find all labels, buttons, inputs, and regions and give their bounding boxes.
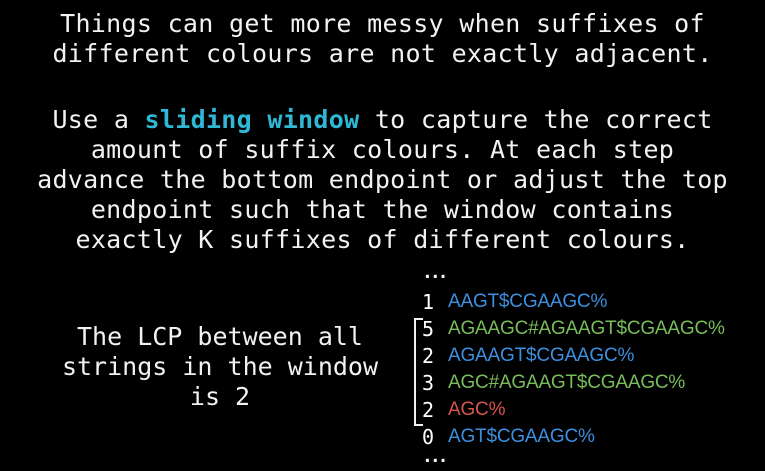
instructions-line-2: amount of suffix colours. At each step <box>90 135 675 164</box>
lcp-value: 5 <box>422 316 435 341</box>
suffix-row: 0 AGT$CGAAGC% <box>422 423 725 450</box>
lcp-value: 0 <box>422 424 435 449</box>
lcp-note-line-3: is 2 <box>189 382 251 411</box>
suffix-text: AGT$CGAAGC% <box>448 425 595 447</box>
intro-paragraph: Things can get more messy when suffixes … <box>0 9 765 69</box>
lcp-value: 3 <box>422 370 435 395</box>
lcp-value: 2 <box>422 397 435 422</box>
instructions-line-5: exactly K suffixes of different colours. <box>75 225 690 254</box>
intro-line-2: different colours are not exactly adjace… <box>52 39 713 68</box>
suffix-row: 1 AAGT$CGAAGC% <box>422 288 725 315</box>
sliding-window-highlight: sliding window <box>144 105 360 134</box>
intro-line-1: Things can get more messy when suffixes … <box>60 9 705 38</box>
slide: Things can get more messy when suffixes … <box>0 0 765 471</box>
suffix-array-table: ... 1 AAGT$CGAAGC% 5 AGAAGC#AGAAGT$CGAAGC% 2… <box>414 262 725 467</box>
suffix-row: 2 AGAAGT$CGAAGC% <box>422 342 725 369</box>
suffix-text: AGC#AGAAGT$CGAAGC% <box>448 371 686 393</box>
ellipsis-top: ... <box>422 262 449 283</box>
lcp-note-line-2: strings in the window <box>61 352 379 381</box>
lcp-value: 1 <box>422 289 435 314</box>
instructions-paragraph: Use a sliding window to capture the corr… <box>0 105 765 255</box>
suffix-row: 3 AGC#AGAAGT$CGAAGC% <box>422 369 725 396</box>
instructions-line-1-start: Use a <box>52 105 145 134</box>
instructions-line-3: advance the bottom endpoint or adjust th… <box>37 165 728 194</box>
instructions-line-1-end: to capture the correct <box>359 105 713 134</box>
instructions-line-4: endpoint such that the window contains <box>90 195 675 224</box>
suffix-row: 2 AGC% <box>422 396 725 423</box>
instructions-line-1: Use a sliding window to capture the corr… <box>0 105 765 135</box>
suffix-row: 5 AGAAGC#AGAAGT$CGAAGC% <box>422 315 725 342</box>
suffix-text: AGAAGT$CGAAGC% <box>448 344 635 366</box>
ellipsis-bottom: ... <box>422 446 449 467</box>
suffix-text: AAGT$CGAAGC% <box>448 290 608 312</box>
suffix-text: AGAAGC#AGAAGT$CGAAGC% <box>448 317 725 339</box>
lcp-note-line-1: The LCP between all <box>77 322 363 351</box>
lcp-note: The LCP between all strings in the windo… <box>40 322 400 412</box>
lcp-value: 2 <box>422 343 435 368</box>
sliding-window-bracket <box>414 318 423 426</box>
suffix-array-rows: 1 AAGT$CGAAGC% 5 AGAAGC#AGAAGT$CGAAGC% 2 AGAA… <box>422 288 725 450</box>
suffix-text: AGC% <box>448 398 506 420</box>
